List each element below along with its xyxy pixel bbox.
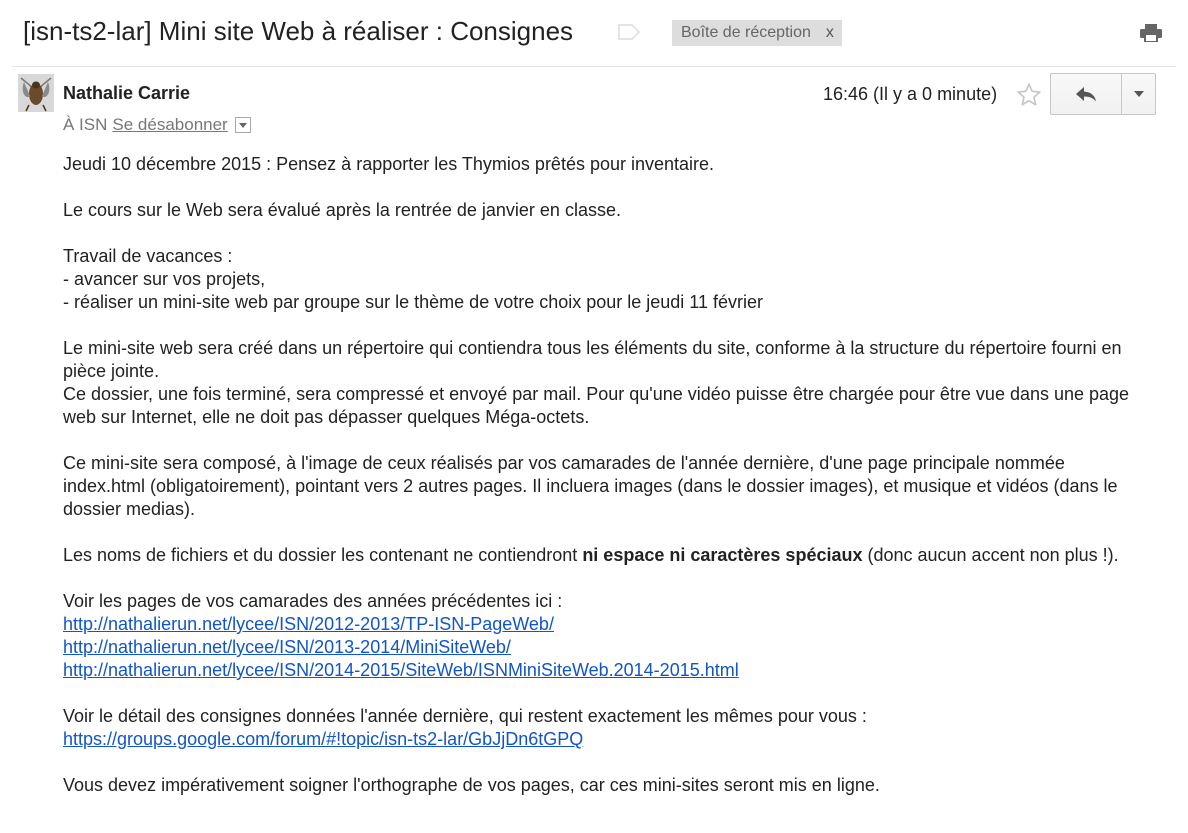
body-link[interactable]: https://groups.google.com/forum/#!topic/… xyxy=(63,729,583,749)
body-paragraph: Le cours sur le Web sera évalué après la… xyxy=(63,200,621,220)
recipient-text: À ISN xyxy=(63,115,108,134)
header-divider xyxy=(12,66,1176,67)
body-line: Voir les pages de vos camarades des anné… xyxy=(63,591,563,611)
message-body: Jeudi 10 décembre 2015 : Pensez à rappor… xyxy=(63,153,1143,820)
star-icon[interactable] xyxy=(1016,82,1042,108)
body-line: Travail de vacances : xyxy=(63,246,233,266)
sender-avatar[interactable] xyxy=(18,74,54,112)
remove-label-button[interactable]: x xyxy=(820,24,842,42)
importance-marker-icon[interactable] xyxy=(618,24,640,40)
inbox-label-chip[interactable]: Boîte de réception x xyxy=(672,20,842,46)
body-line: - avancer sur vos projets, xyxy=(63,269,266,289)
details-dropdown-button[interactable] xyxy=(234,117,251,133)
reply-icon xyxy=(1076,87,1096,102)
body-paragraph: Jeudi 10 décembre 2015 : Pensez à rappor… xyxy=(63,154,715,174)
body-paragraph: Travail de vacances : - avancer sur vos … xyxy=(63,245,1143,314)
unsubscribe-link[interactable]: Se désabonner xyxy=(112,115,227,135)
caret-down-icon xyxy=(238,122,247,128)
body-paragraph: Vous devez impérativement soigner l'orth… xyxy=(63,775,880,795)
body-paragraph: Voir le détail des consignes données l'a… xyxy=(63,705,1143,751)
body-paragraph: Le mini-site web sera créé dans un réper… xyxy=(63,337,1143,429)
body-line: Le mini-site web sera créé dans un réper… xyxy=(63,338,1122,381)
chevron-down-icon xyxy=(1133,91,1144,97)
body-paragraph: Ce mini-site sera composé, à l'image de … xyxy=(63,453,1118,519)
body-text: Les noms de fichiers et du dossier les c… xyxy=(63,545,583,565)
body-link[interactable]: http://nathalierun.net/lycee/ISN/2014-20… xyxy=(63,660,739,680)
body-line: Voir le détail des consignes données l'a… xyxy=(63,706,867,726)
body-bold-text: ni espace ni caractères spéciaux xyxy=(582,545,863,565)
message-time: 16:46 (Il y a 0 minute) xyxy=(823,84,998,104)
body-line: Ce dossier, une fois terminé, sera compr… xyxy=(63,384,1130,427)
body-text: (donc aucun accent non plus !). xyxy=(862,545,1119,565)
more-actions-button[interactable] xyxy=(1121,73,1156,115)
body-link[interactable]: http://nathalierun.net/lycee/ISN/2012-20… xyxy=(63,614,554,634)
print-icon[interactable] xyxy=(1140,24,1162,42)
reply-button[interactable] xyxy=(1050,73,1122,115)
inbox-label[interactable]: Boîte de réception xyxy=(672,24,820,42)
message-header: [isn-ts2-lar] Mini site Web à réaliser :… xyxy=(0,0,1188,66)
body-paragraph: Les noms de fichiers et du dossier les c… xyxy=(63,544,1143,567)
body-paragraph: Voir les pages de vos camarades des anné… xyxy=(63,590,1143,682)
body-line: - réaliser un mini-site web par groupe s… xyxy=(63,292,764,312)
sender-name: Nathalie Carrie xyxy=(63,83,191,103)
subject-title: [isn-ts2-lar] Mini site Web à réaliser :… xyxy=(23,16,574,46)
body-link[interactable]: http://nathalierun.net/lycee/ISN/2013-20… xyxy=(63,637,511,657)
recipient-line: À ISN Se désabonner xyxy=(63,115,251,135)
